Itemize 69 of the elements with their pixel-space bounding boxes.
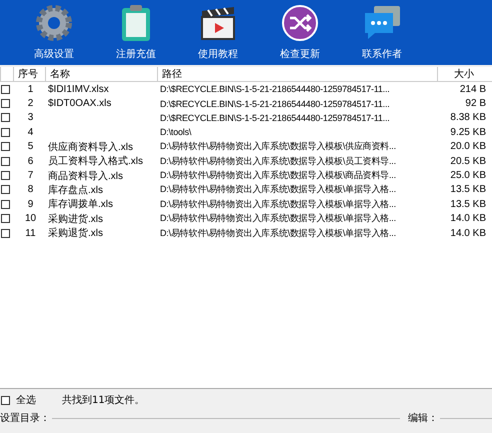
table-cell-text: 20.5 KB — [449, 156, 487, 167]
table-cell-text: 5 — [26, 141, 34, 152]
column-header[interactable]: 路径 — [157, 67, 437, 81]
table-cell-text: 11 — [24, 228, 37, 239]
gear-icon — [34, 3, 74, 43]
row-checkbox[interactable] — [1, 171, 10, 180]
group-label: 编辑： — [408, 412, 438, 425]
table-cell-text: D:\易特软件\易特物资出入库系统\数据导入模板\单据导入格... — [159, 198, 397, 211]
table-cell-text: 商品资料导入.xls — [47, 170, 124, 183]
table-cell-text: D:\易特软件\易特物资出入库系统\数据导入模板\单据导入格... — [159, 226, 397, 240]
table-cell-text: D:\$RECYCLE.BIN\S-1-5-21-2186544480-1259784517-11... — [159, 84, 391, 94]
table-cell-text: 7 — [26, 170, 34, 182]
table-cell-text: D:\易特软件\易特物资出入库系统\数据导入模板\供应商资料... — [159, 140, 397, 154]
table-cell-text: 8 — [26, 184, 34, 196]
select-all-label[interactable]: 全选 — [16, 393, 36, 407]
table-cell-text: 采购退货.xls — [47, 226, 104, 240]
table-cell-text: D:\易特软件\易特物资出入库系统\数据导入模板\单据导入格... — [159, 212, 397, 226]
table-cell-text: 员工资料导入格式.xls — [47, 154, 144, 168]
row-checkbox[interactable] — [1, 84, 10, 94]
table-cell-text: 10 — [24, 213, 38, 224]
table-cell-text: 2 — [26, 98, 34, 110]
table-cell-text: 25.0 KB — [449, 170, 487, 182]
table-cell-text: 库存调拨单.xls — [47, 198, 114, 212]
toolbar-button[interactable]: 注册充值 — [104, 3, 168, 61]
row-checkbox[interactable] — [1, 156, 10, 166]
column-header[interactable]: 大小 — [437, 67, 492, 81]
row-checkbox[interactable] — [1, 200, 10, 209]
table-cell-text: 3 — [26, 112, 34, 124]
row-checkbox[interactable] — [1, 99, 10, 108]
column-header[interactable]: 序号 — [13, 67, 45, 81]
table-cell-text: 6 — [26, 156, 34, 167]
table-cell-text: $IDT0OAX.xls — [47, 98, 112, 110]
table-cell-text: 库存盘点.xls — [47, 184, 104, 197]
table-cell-text: D:\易特软件\易特物资出入库系统\数据导入模板\商品资料导... — [159, 169, 397, 182]
table-cell-text: D:\易特软件\易特物资出入库系统\数据导入模板\员工资料导... — [159, 154, 397, 168]
table-cell-text: D:\$RECYCLE.BIN\S-1-5-21-2186544480-1259784517-11... — [159, 112, 391, 123]
table-cell-text: D:\tools\ — [159, 127, 192, 138]
table-cell-text: 92 B — [464, 98, 487, 110]
column-header[interactable]: 名称 — [45, 67, 157, 81]
row-checkbox[interactable] — [1, 185, 10, 194]
toolbar-button[interactable]: 联系作者 — [350, 3, 414, 61]
table-cell-text: 14.0 KB — [449, 228, 487, 239]
row-checkbox[interactable] — [1, 128, 10, 137]
toolbar-button[interactable]: 使用教程 — [186, 3, 250, 61]
table-cell-text: 20.0 KB — [449, 141, 487, 152]
table-cell-text: 14.0 KB — [449, 213, 487, 224]
table-cell-text: 13.5 KB — [449, 198, 487, 210]
status-text: 共找到11项文件。 — [62, 394, 145, 407]
row-checkbox[interactable] — [1, 228, 10, 238]
table-cell-text: D:\易特软件\易特物资出入库系统\数据导入模板\单据导入格... — [159, 183, 397, 196]
table-cell-text: 13.5 KB — [449, 184, 487, 196]
table-cell-text: 8.38 KB — [449, 112, 487, 124]
table-cell-text: 采购进货.xls — [47, 212, 104, 226]
table-cell-text: 供应商资料导入.xls — [47, 140, 134, 154]
select-all-checkbox[interactable] — [1, 396, 10, 404]
table-cell-text: 1 — [26, 84, 34, 95]
table-cell-text: 4 — [26, 126, 34, 138]
row-checkbox[interactable] — [1, 142, 10, 152]
toolbar-button[interactable]: 高级设置 — [22, 3, 86, 61]
table-cell-text: 9.25 KB — [449, 126, 487, 138]
table-cell-text: D:\$RECYCLE.BIN\S-1-5-21-2186544480-1259784517-11... — [159, 98, 391, 109]
row-checkbox[interactable] — [1, 214, 10, 224]
table-cell-text: 214 B — [458, 84, 487, 95]
toolbar-button[interactable]: 检查更新 — [268, 3, 332, 61]
group-label: 设置目录： — [0, 412, 50, 425]
shuffle-icon — [280, 3, 320, 43]
row-checkbox[interactable] — [1, 113, 10, 122]
table-cell-text: $IDI1IMV.xlsx — [47, 84, 110, 95]
table-cell-text: 9 — [26, 198, 34, 210]
